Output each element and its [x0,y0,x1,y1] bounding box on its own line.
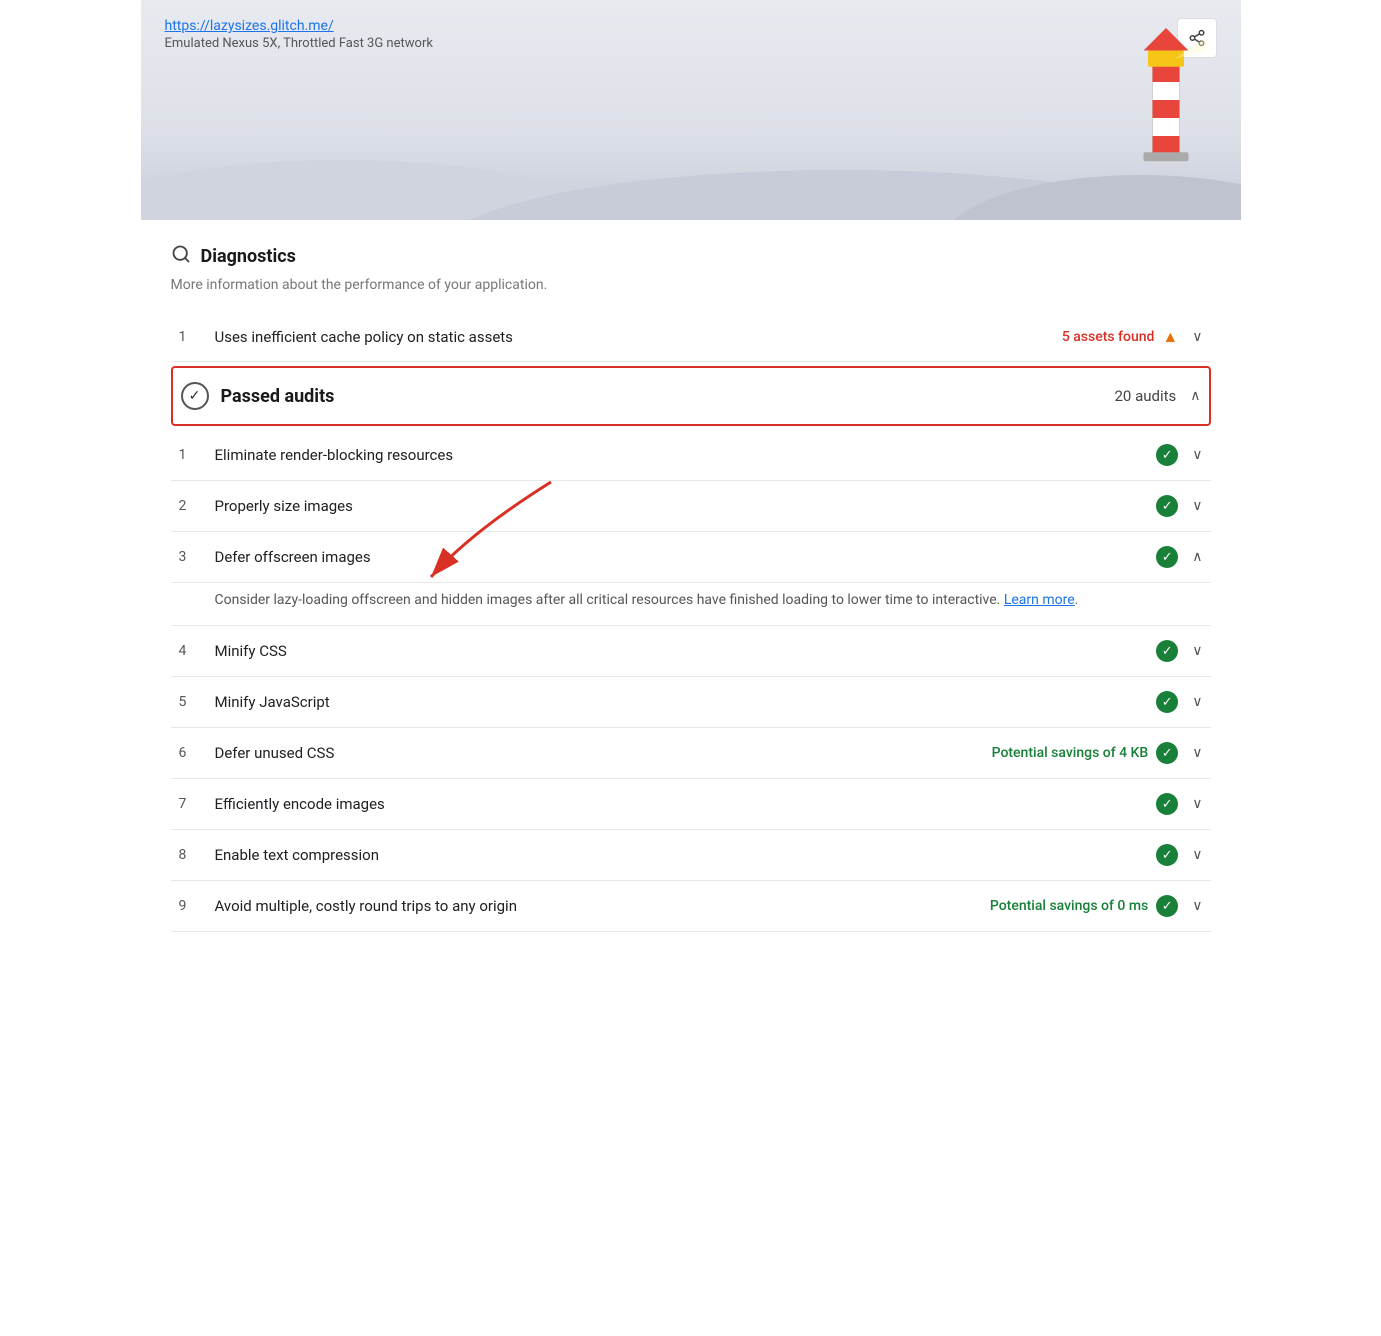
audit-description-p3: Consider lazy-loading offscreen and hidd… [171,583,1211,626]
warning-icon: ▲ [1162,327,1178,347]
audit-title-p9: Avoid multiple, costly round trips to an… [215,897,990,915]
audit-meta-p8: ✓ ∨ [1156,844,1202,866]
passed-item-8[interactable]: 8 Enable text compression ✓ ∨ [171,830,1211,881]
audit-num-d1: 1 [179,329,215,345]
passed-audits-title: Passed audits [221,386,1115,407]
audit-num-p1: 1 [179,447,215,463]
diagnostics-title: Diagnostics [201,246,296,267]
check-circle-p1: ✓ [1156,444,1178,466]
chevron-p5: ∨ [1192,694,1202,710]
diagnostics-icon [171,244,191,269]
passed-check-icon: ✓ [181,382,209,410]
audit-meta-d1: 5 assets found ▲ ∨ [1062,327,1203,347]
check-circle-p2: ✓ [1156,495,1178,517]
chevron-p8: ∨ [1192,847,1202,863]
site-url[interactable]: https://lazysizes.glitch.me/ [165,18,433,34]
audit-num-p4: 4 [179,643,215,659]
audit-title-p2: Properly size images [215,497,1157,515]
check-circle-p9: ✓ [1156,895,1178,917]
audit-meta-p6: Potential savings of 4 KB ✓ ∨ [992,742,1203,764]
passed-audits-count: 20 audits [1114,387,1176,405]
audit-num-p2: 2 [179,498,215,514]
audit-meta-p3: ✓ ∧ [1156,546,1202,568]
chevron-p9: ∨ [1192,898,1202,914]
savings-p6: Potential savings of 4 KB [992,745,1149,761]
audit-title-p7: Efficiently encode images [215,795,1157,813]
chevron-p4: ∨ [1192,643,1202,659]
audit-title-p5: Minify JavaScript [215,693,1157,711]
audit-num-p8: 8 [179,847,215,863]
chevron-p2: ∨ [1192,498,1202,514]
audit-num-p3: 3 [179,549,215,565]
audit-title-p8: Enable text compression [215,846,1157,864]
chevron-down-d1: ∨ [1192,329,1202,345]
header: https://lazysizes.glitch.me/ Emulated Ne… [141,0,1241,220]
check-circle-p5: ✓ [1156,691,1178,713]
passed-item-3-wrapper: 3 Defer offscreen images ✓ ∧ Consider la… [171,532,1211,626]
passed-item-4[interactable]: 4 Minify CSS ✓ ∨ [171,626,1211,677]
main-content: Diagnostics More information about the p… [141,220,1241,956]
passed-item-5[interactable]: 5 Minify JavaScript ✓ ∨ [171,677,1211,728]
check-circle-p8: ✓ [1156,844,1178,866]
audit-meta-p1: ✓ ∨ [1156,444,1202,466]
diagnostics-item-1[interactable]: 1 Uses inefficient cache policy on stati… [171,313,1211,362]
passed-item-2[interactable]: 2 Properly size images ✓ ∨ [171,481,1211,532]
audit-num-p6: 6 [179,745,215,761]
passed-audits-header[interactable]: ✓ Passed audits 20 audits ∧ [171,366,1211,426]
chevron-p1: ∨ [1192,447,1202,463]
chevron-up-passed: ∧ [1190,388,1200,404]
header-hills [141,160,1241,220]
diagnostics-section-header: Diagnostics [171,244,1211,269]
chevron-p7: ∨ [1192,796,1202,812]
check-circle-p7: ✓ [1156,793,1178,815]
check-circle-p6: ✓ [1156,742,1178,764]
check-circle-p4: ✓ [1156,640,1178,662]
chevron-p6: ∨ [1192,745,1202,761]
audit-num-p7: 7 [179,796,215,812]
diagnostics-subtitle: More information about the performance o… [171,277,1211,293]
audit-title-p4: Minify CSS [215,642,1157,660]
audit-num-p9: 9 [179,898,215,914]
audit-num-p5: 5 [179,694,215,710]
audit-meta-p7: ✓ ∨ [1156,793,1202,815]
learn-more-link[interactable]: Learn more [1004,592,1075,608]
audit-title-p6: Defer unused CSS [215,744,992,762]
passed-item-3[interactable]: 3 Defer offscreen images ✓ ∧ [171,532,1211,583]
audit-title-p3: Defer offscreen images [215,548,1157,566]
audit-title-d1: Uses inefficient cache policy on static … [215,328,1062,346]
device-info: Emulated Nexus 5X, Throttled Fast 3G net… [165,36,433,51]
audit-meta-p5: ✓ ∨ [1156,691,1202,713]
passed-item-9[interactable]: 9 Avoid multiple, costly round trips to … [171,881,1211,932]
audit-title-p1: Eliminate render-blocking resources [215,446,1157,464]
passed-item-7[interactable]: 7 Efficiently encode images ✓ ∨ [171,779,1211,830]
audit-meta-p4: ✓ ∨ [1156,640,1202,662]
check-circle-p3: ✓ [1156,546,1178,568]
chevron-p3: ∧ [1192,549,1202,565]
passed-item-6[interactable]: 6 Defer unused CSS Potential savings of … [171,728,1211,779]
audit-meta-p9: Potential savings of 0 ms ✓ ∨ [990,895,1203,917]
passed-item-1[interactable]: 1 Eliminate render-blocking resources ✓ … [171,430,1211,481]
audit-meta-p2: ✓ ∨ [1156,495,1202,517]
savings-p9: Potential savings of 0 ms [990,898,1148,914]
assets-found-label: 5 assets found [1062,329,1155,345]
